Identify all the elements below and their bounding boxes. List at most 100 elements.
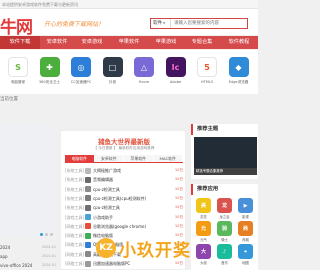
- app-tile[interactable]: △ Hcore: [130, 53, 158, 84]
- row-date: 10日: [174, 186, 183, 191]
- recommend-app[interactable]: 骑骑士: [215, 221, 234, 242]
- list-item[interactable]: app 2024-01: [0, 252, 56, 261]
- recommend-app[interactable]: 商商城: [236, 221, 255, 242]
- nav-item[interactable]: 苹果游戏: [148, 36, 184, 49]
- table-row[interactable]: [网络工具] QQ浏览器电脑版 10日: [65, 240, 183, 249]
- app-icon: [85, 195, 91, 202]
- table-row[interactable]: [系统工具] cpu-z检测工具 10日: [65, 203, 183, 212]
- app-icon: [85, 204, 91, 211]
- row-category: [系统工具]: [65, 177, 85, 183]
- panel-tab[interactable]: 电脑软件: [65, 155, 94, 162]
- table-row[interactable]: [游戏工具] 小游戏助手 10日: [65, 213, 183, 222]
- nav-item[interactable]: 安卓软件: [40, 36, 74, 49]
- table-row[interactable]: [网络工具] 迅雷加速器电脑版PC 10日: [65, 259, 183, 268]
- topic-caption[interactable]: 精选专题合集推荐: [194, 168, 257, 175]
- app-label: 电脑管家: [10, 80, 26, 84]
- app-tile[interactable]: Ic Adobe: [162, 53, 190, 84]
- app-icon: [85, 251, 91, 258]
- left-news-list: 2024 2024-01 app 2024-01 vivo-office 2024 202…: [0, 243, 56, 270]
- row-category: [网络工具]: [65, 233, 85, 239]
- banner-dot[interactable]: [45, 233, 48, 236]
- row-category: [网络工具]: [65, 261, 85, 266]
- app-tile[interactable]: ◆ Edge浏览器: [225, 53, 253, 85]
- panel-title[interactable]: 捕鱼大世界最新版: [61, 136, 187, 146]
- site-logo[interactable]: 牛网: [0, 13, 33, 38]
- app-label: 商城: [242, 238, 249, 242]
- panel-tab[interactable]: MAC软件: [153, 155, 182, 162]
- app-label: Hcore: [138, 80, 150, 84]
- row-category: [游戏工具]: [65, 214, 85, 220]
- topic-card: 推荐主题 精选专题合集推荐: [191, 124, 258, 179]
- table-row[interactable]: [系统工具] 大揭秘推广游戏 10日: [65, 166, 183, 175]
- recommend-app[interactable]: ⌖ 地图: [236, 244, 255, 265]
- panel-tab[interactable]: 安卓软件: [94, 155, 123, 162]
- app-label: 元气: [200, 238, 207, 242]
- main-nav: 软件下载 安卓软件 安卓游戏 苹果软件 苹果游戏 专题合集 软件教程: [0, 36, 258, 49]
- app-label: 360安全卫士: [38, 80, 61, 84]
- nav-item[interactable]: 专题合集: [184, 36, 220, 49]
- featured-apps-row: S 电脑管家 ✚ 360安全卫士 ◎ CC加速器PC □ 抖音 △ Hcore Ic Adobe 5 HT…: [0, 50, 258, 94]
- recommend-app[interactable]: ▶ 影视: [236, 198, 255, 219]
- app-icon: 龙: [217, 198, 232, 213]
- search-type-select[interactable]: 软件▼: [151, 19, 171, 28]
- row-date: 10日: [174, 242, 183, 247]
- app-tile[interactable]: □ 抖音: [99, 53, 127, 85]
- app-icon: ♪: [217, 244, 232, 259]
- table-row[interactable]: [网络工具] 微信电脑版 10日: [65, 231, 183, 240]
- banner-dot[interactable]: [50, 233, 53, 236]
- topic-image[interactable]: [194, 137, 257, 168]
- nav-item[interactable]: 软件教程: [220, 36, 258, 49]
- nav-item[interactable]: 苹果软件: [110, 36, 148, 49]
- table-row[interactable]: [系统工具] 音频编辑器 10日: [65, 175, 183, 184]
- table-row[interactable]: [网络工具] 高级浏览器下载 10日: [65, 250, 183, 259]
- row-title: QQ浏览器电脑版: [93, 242, 124, 248]
- app-icon: [85, 176, 91, 183]
- table-row[interactable]: [系统工具] cpu-z检测工具(cpu检测软件) 10日: [65, 194, 183, 203]
- row-title: 小游戏助手: [93, 214, 113, 220]
- search-input[interactable]: [172, 19, 247, 28]
- recommend-app[interactable]: 龙龙之谷: [215, 198, 234, 219]
- row-category: [系统工具]: [65, 205, 85, 211]
- row-title: cpu-z检测工具: [93, 186, 120, 192]
- recommend-app[interactable]: ♪ 音乐: [215, 244, 234, 265]
- app-icon: ⌖: [238, 244, 253, 259]
- recommend-app[interactable]: 元元气: [194, 221, 213, 242]
- list-item[interactable]: vivo-office 2024 2024-01: [0, 261, 56, 270]
- banner-dot[interactable]: [40, 233, 43, 236]
- app-icon: 美: [196, 198, 211, 213]
- app-tile[interactable]: ◎ CC加速器PC: [67, 53, 95, 85]
- recommend-card: 推荐应用 美花花龙龙之谷 ▶ 影视元元气骑骑士商商城大大叔 ♪ 音乐 ⌖ 地图: [191, 184, 258, 270]
- nav-item[interactable]: 安卓游戏: [74, 36, 110, 49]
- app-icon: [85, 223, 91, 230]
- top-notice-bar: 本站提供安卓游戏软件免费下载与更新资讯: [0, 0, 258, 9]
- list-item-title: vivo-office 2024: [0, 263, 33, 268]
- app-icon: Ic: [165, 57, 186, 77]
- app-icon: [85, 167, 91, 174]
- app-tile[interactable]: S 电脑管家: [4, 53, 32, 85]
- app-tile[interactable]: ✚ 360安全卫士: [36, 53, 64, 85]
- row-category: [网络工具]: [65, 242, 85, 248]
- app-label: 地图: [242, 261, 249, 265]
- table-row[interactable]: [系统工具] cpu-z检测工具 10日: [65, 185, 183, 194]
- row-title: 谷歌浏览器(google chrome): [93, 223, 147, 229]
- list-item[interactable]: 2024 2024-01: [0, 243, 56, 252]
- panel-tab[interactable]: 苹果软件: [124, 155, 153, 162]
- app-label: 龙之谷: [219, 215, 230, 219]
- app-icon: [85, 260, 91, 267]
- search-box: 软件▼: [150, 18, 248, 29]
- app-icon: S: [8, 57, 28, 77]
- table-row[interactable]: [网络工具] 谷歌浏览器(google chrome) 10日: [65, 222, 183, 231]
- recommend-app[interactable]: 美花花: [194, 198, 213, 219]
- banner-image[interactable]: [0, 124, 55, 237]
- app-label: Edge浏览器: [228, 80, 249, 84]
- row-date: 10日: [174, 233, 183, 238]
- row-title: 迅雷加速器电脑版PC: [93, 261, 131, 266]
- recommend-app[interactable]: 大大叔: [194, 244, 213, 265]
- nav-item[interactable]: 软件下载: [0, 36, 40, 49]
- app-icon: □: [102, 57, 123, 77]
- list-item-title: 2024: [0, 245, 11, 250]
- app-tile[interactable]: 5 HTML5: [193, 53, 221, 84]
- app-icon: [85, 241, 91, 248]
- row-date: 10日: [174, 223, 183, 228]
- list-item-date: 2024-01: [41, 263, 56, 267]
